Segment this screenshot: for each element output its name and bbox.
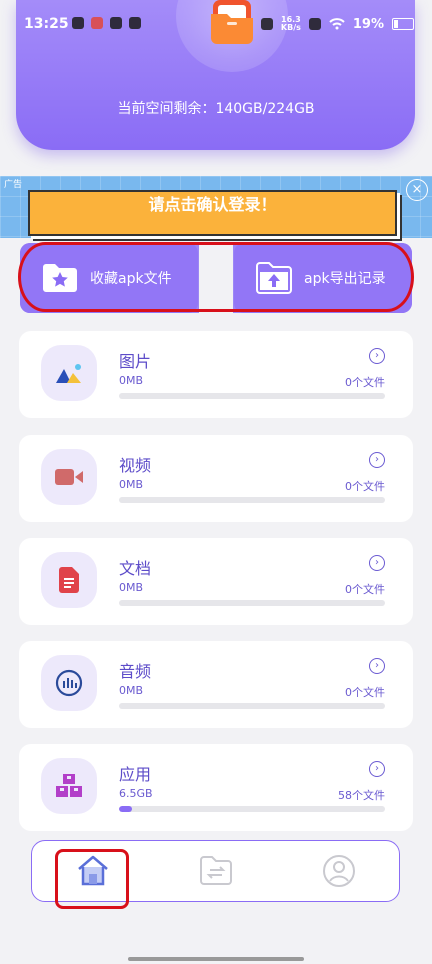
sim-icon: [72, 17, 84, 29]
category-progress: [119, 393, 385, 399]
favorite-apk-label: 收藏apk文件: [90, 271, 172, 287]
notification-icons: [72, 17, 141, 29]
category-card-documents[interactable]: 文档 0MB 0个文件 ›: [19, 538, 413, 625]
category-title: 文档: [119, 559, 152, 578]
ad-close-icon[interactable]: ×: [406, 179, 428, 201]
wifi-icon: [329, 18, 345, 30]
category-title: 视频: [119, 456, 152, 475]
audio-icon: [41, 655, 97, 711]
chevron-right-icon[interactable]: ›: [369, 452, 385, 468]
status-time: 13:25: [24, 16, 69, 32]
category-count: 58个文件: [338, 789, 385, 802]
chevron-right-icon[interactable]: ›: [369, 761, 385, 777]
home-icon[interactable]: [75, 853, 111, 889]
category-progress: [119, 703, 385, 709]
quick-row-gap: [199, 243, 233, 313]
category-progress: [119, 497, 385, 503]
apps-icon: [41, 758, 97, 814]
document-icon: [41, 552, 97, 608]
category-size: 6.5GB: [119, 787, 153, 800]
category-count: 0个文件: [345, 583, 385, 596]
bottom-navigation: [31, 840, 400, 902]
category-title: 应用: [119, 765, 152, 784]
category-size: 0MB: [119, 581, 144, 594]
category-count: 0个文件: [345, 480, 385, 493]
chevron-right-icon[interactable]: ›: [369, 348, 385, 364]
category-count: 0个文件: [345, 686, 385, 699]
link-icon: [129, 17, 141, 29]
ad-banner[interactable]: 广告 请点击确认登录！ ×: [0, 176, 432, 238]
category-size: 0MB: [119, 374, 144, 387]
app-notification-icon: [91, 17, 103, 29]
profile-icon[interactable]: [321, 853, 357, 889]
battery-percent: 19%: [352, 16, 384, 32]
transfer-icon[interactable]: [198, 853, 234, 889]
category-card-audio[interactable]: 音频 0MB 0个文件 ›: [19, 641, 413, 728]
ad-login-banner[interactable]: 请点击确认登录！: [28, 190, 397, 236]
vibrate-icon: [260, 18, 273, 30]
category-size: 0MB: [119, 684, 144, 697]
status-right: 16.3 KB/s 19%: [260, 16, 414, 32]
image-icon: [41, 345, 97, 401]
category-card-images[interactable]: 图片 0MB 0个文件 ›: [19, 331, 413, 418]
video-icon: [41, 449, 97, 505]
chevron-right-icon[interactable]: ›: [369, 658, 385, 674]
status-bar: 13:25 16.3 KB/s 19%: [0, 0, 432, 50]
category-size: 0MB: [119, 478, 144, 491]
category-title: 音频: [119, 662, 152, 681]
category-card-videos[interactable]: 视频 0MB 0个文件 ›: [19, 435, 413, 522]
sim-x-icon: [308, 18, 321, 30]
upload-folder-icon: [256, 262, 292, 294]
category-card-apps[interactable]: 应用 6.5GB 58个文件 ›: [19, 744, 413, 831]
network-speed: 16.3 KB/s: [281, 16, 301, 32]
category-progress: [119, 806, 385, 812]
network-speed-unit: KB/s: [280, 23, 301, 32]
favorite-apk-button[interactable]: 收藏apk文件: [20, 243, 198, 313]
chevron-right-icon[interactable]: ›: [369, 555, 385, 571]
ad-label: 广告: [4, 180, 23, 190]
category-count: 0个文件: [345, 376, 385, 389]
message-icon: [110, 17, 122, 29]
home-indicator[interactable]: [128, 957, 304, 961]
star-folder-icon: [43, 264, 77, 292]
apk-export-record-label: apk导出记录: [304, 271, 386, 287]
category-progress-fill: [119, 806, 133, 812]
category-title: 图片: [119, 352, 152, 371]
battery-icon: [392, 18, 414, 30]
category-progress: [119, 600, 385, 606]
storage-remaining-text: 当前空间剩余：140GB/224GB: [117, 101, 315, 117]
apk-export-record-button[interactable]: apk导出记录: [234, 243, 412, 313]
